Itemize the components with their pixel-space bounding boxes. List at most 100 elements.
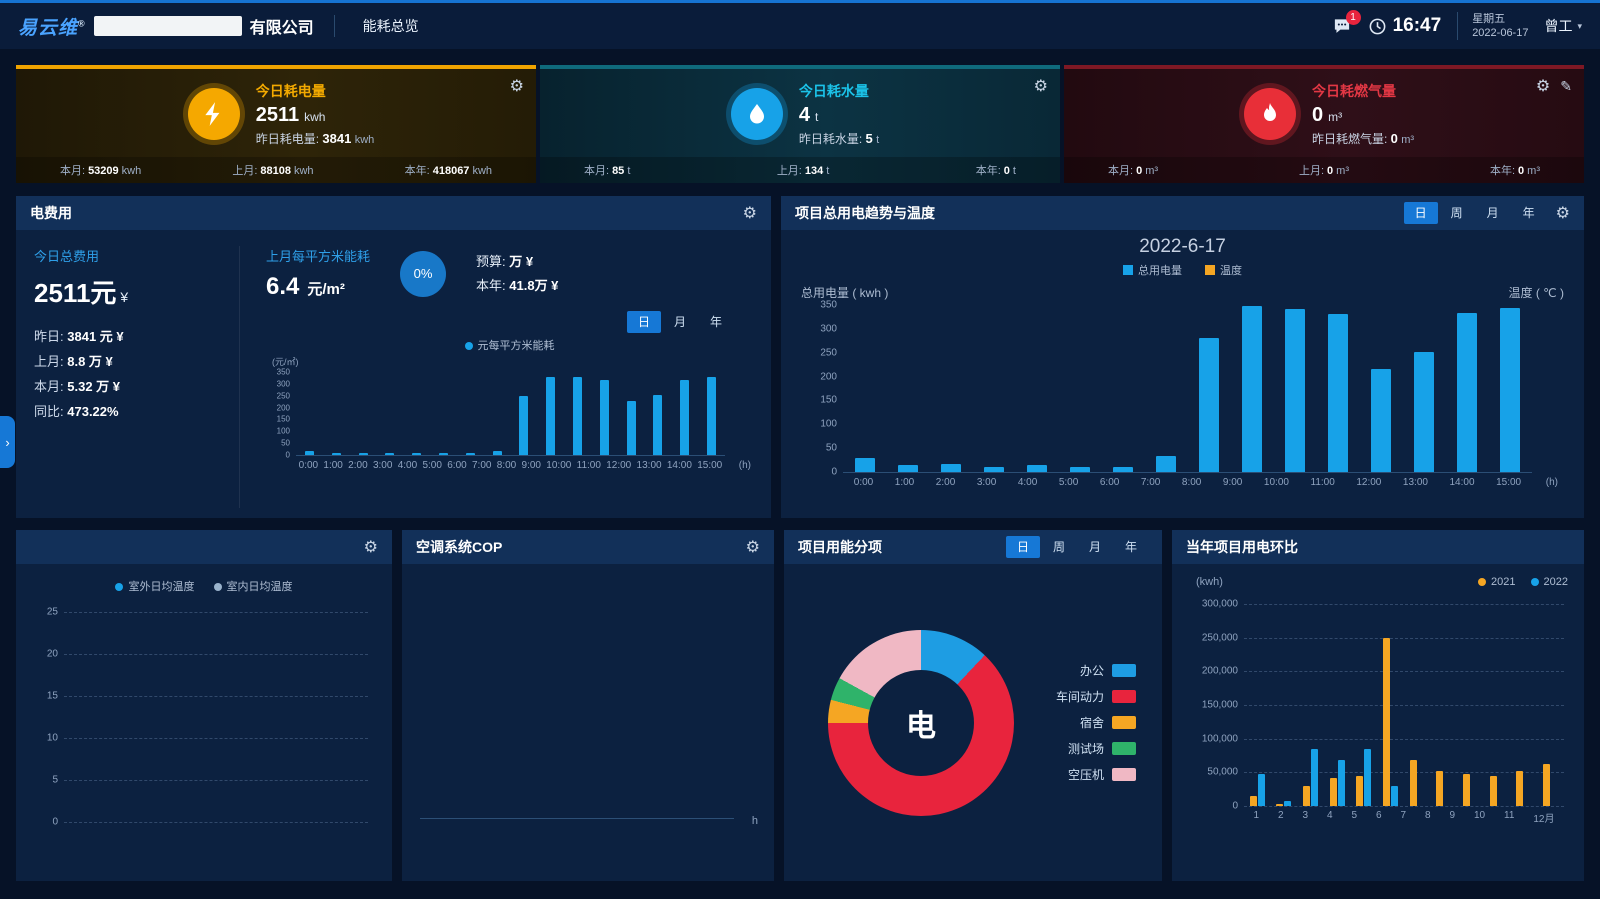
panel-title: 空调系统COP <box>416 537 502 557</box>
flame-icon <box>1244 88 1296 140</box>
gridline <box>64 696 368 697</box>
settings-gear-icon[interactable]: ⚙ <box>1034 76 1048 96</box>
legend-dot <box>1531 578 1539 586</box>
bar-group <box>1516 604 1531 806</box>
settings-gear-icon[interactable]: ⚙ <box>364 537 378 557</box>
settings-gear-icon[interactable]: ⚙ <box>1556 203 1570 223</box>
bar <box>1338 760 1345 806</box>
sqm-label: 上月每平方米能耗 <box>266 246 370 265</box>
bar <box>1500 308 1520 472</box>
bar <box>1258 774 1265 806</box>
clock: 16:47 <box>1368 15 1442 37</box>
tab-year[interactable]: 年 <box>1114 536 1148 558</box>
elec-chart-legend[interactable]: 元每平方米能耗 <box>266 337 753 353</box>
bar <box>653 395 662 455</box>
panel-title: 电费用 <box>30 203 72 223</box>
trend-panel: 项目总用电趋势与温度 日 周 月 年 ⚙ 2022-6-17 总用电量 温度 总… <box>781 196 1584 518</box>
card-value: 0 <box>1312 104 1323 126</box>
bar <box>1070 467 1090 472</box>
bar <box>1410 760 1417 806</box>
tab-day[interactable]: 日 <box>1404 202 1438 224</box>
gridline <box>64 780 368 781</box>
tab-week[interactable]: 周 <box>1042 536 1076 558</box>
brand: 易云维® 有限公司 <box>18 13 314 40</box>
messages-button[interactable]: 1 <box>1332 17 1352 36</box>
logo-text: 易云维 <box>18 18 78 39</box>
legend-item[interactable]: 宿舍 <box>1056 714 1136 731</box>
legend-item[interactable]: 总用电量 <box>1123 265 1182 277</box>
x-axis-label: 12:00 <box>1356 477 1381 488</box>
panel-title: 当年项目用电环比 <box>1186 537 1298 557</box>
x-axis-label: 10 <box>1474 810 1485 825</box>
bar <box>546 377 555 455</box>
bar <box>1383 638 1390 806</box>
x-axis-label: 9 <box>1449 810 1455 825</box>
edit-icon[interactable]: ✎ <box>1560 78 1572 95</box>
x-axis-label: 3:00 <box>977 477 996 488</box>
legend-item[interactable]: 温度 <box>1205 265 1242 277</box>
legend-swatch <box>1205 265 1215 275</box>
legend-item[interactable]: 室外日均温度 <box>115 581 194 593</box>
bar <box>627 401 636 455</box>
bar <box>1330 778 1337 806</box>
settings-gear-icon[interactable]: ⚙ <box>746 537 760 557</box>
axis-tick-label: 300,000 <box>1202 599 1238 610</box>
axis-tick-label: 200,000 <box>1202 666 1238 677</box>
bar <box>359 453 368 455</box>
y-axis-unit: (元/㎡) <box>272 355 753 368</box>
legend-label: 测试场 <box>1068 740 1104 757</box>
legend-item[interactable]: 2021 <box>1478 576 1515 588</box>
bar <box>412 453 421 455</box>
bar-group <box>1356 604 1371 806</box>
settings-gear-icon[interactable]: ⚙ <box>743 203 757 223</box>
monthly-legend: 2021 2022 <box>1466 576 1568 588</box>
x-axis-label: 13:00 <box>1403 477 1428 488</box>
gridline <box>1244 806 1564 807</box>
legend-item[interactable]: 空压机 <box>1056 766 1136 783</box>
bar <box>680 380 689 455</box>
sidebar-expand-handle[interactable]: › <box>0 416 15 468</box>
tab-month[interactable]: 月 <box>1078 536 1112 558</box>
y-axis-label: 总用电量 ( kwh ) <box>801 284 888 301</box>
bar-group <box>1303 604 1318 806</box>
legend-label: 空压机 <box>1068 766 1104 783</box>
tab-month[interactable]: 月 <box>1476 202 1510 224</box>
bar <box>385 453 394 455</box>
user-menu[interactable]: 曾工 ▾ <box>1544 16 1582 36</box>
tab-year[interactable]: 年 <box>1512 202 1546 224</box>
legend-item[interactable]: 室内日均温度 <box>214 581 293 593</box>
legend-item[interactable]: 车间动力 <box>1056 688 1136 705</box>
legend-item[interactable]: 办公 <box>1056 662 1136 679</box>
date-box: 星期五 2022-06-17 <box>1457 12 1528 40</box>
bar <box>1414 352 1434 472</box>
x-axis-label: 7:00 <box>1141 477 1160 488</box>
x-axis-label: 11:00 <box>577 460 601 471</box>
card-yesterday: 昨日耗电量: 3841 kwh <box>256 130 375 147</box>
yearly-comparison-panel: 当年项目用电环比 (kwh) 2021 2022 300,000250,0002… <box>1172 530 1584 881</box>
x-axis-label: 7 <box>1400 810 1406 825</box>
monthly-comparison-chart: 300,000250,000200,000150,000100,00050,00… <box>1244 604 1564 806</box>
axis-tick-label: 250 <box>820 347 837 358</box>
bar <box>941 464 961 472</box>
x-axis-label: 11:00 <box>1311 477 1335 488</box>
energy-breakdown-donut: 电 <box>828 630 1014 816</box>
stat-card-electricity: ⚙ 今日耗电量 2511kwh 昨日耗电量: 3841 kwh 本月:53209… <box>16 65 536 183</box>
tab-day[interactable]: 日 <box>1006 536 1040 558</box>
legend-dot <box>214 583 222 591</box>
gridline <box>64 738 368 739</box>
x-axis-label: 15:00 <box>697 460 722 471</box>
x-axis-label: 9:00 <box>522 460 541 471</box>
legend-item[interactable]: 测试场 <box>1056 740 1136 757</box>
tab-month[interactable]: 月 <box>663 311 697 333</box>
tab-week[interactable]: 周 <box>1440 202 1474 224</box>
tab-year[interactable]: 年 <box>699 311 733 333</box>
temperature-panel: ⚙ 室外日均温度 室内日均温度 2520151050 <box>16 530 392 881</box>
x-axis-line <box>420 818 734 819</box>
tab-day[interactable]: 日 <box>627 311 661 333</box>
settings-gear-icon[interactable]: ⚙ <box>510 76 524 96</box>
x-axis-label: 3:00 <box>373 460 392 471</box>
settings-gear-icon[interactable]: ⚙ <box>1536 76 1550 96</box>
legend-item[interactable]: 2022 <box>1531 576 1568 588</box>
panel-title: 项目总用电趋势与温度 <box>795 203 935 223</box>
nav-energy-overview[interactable]: 能耗总览 <box>355 14 427 38</box>
